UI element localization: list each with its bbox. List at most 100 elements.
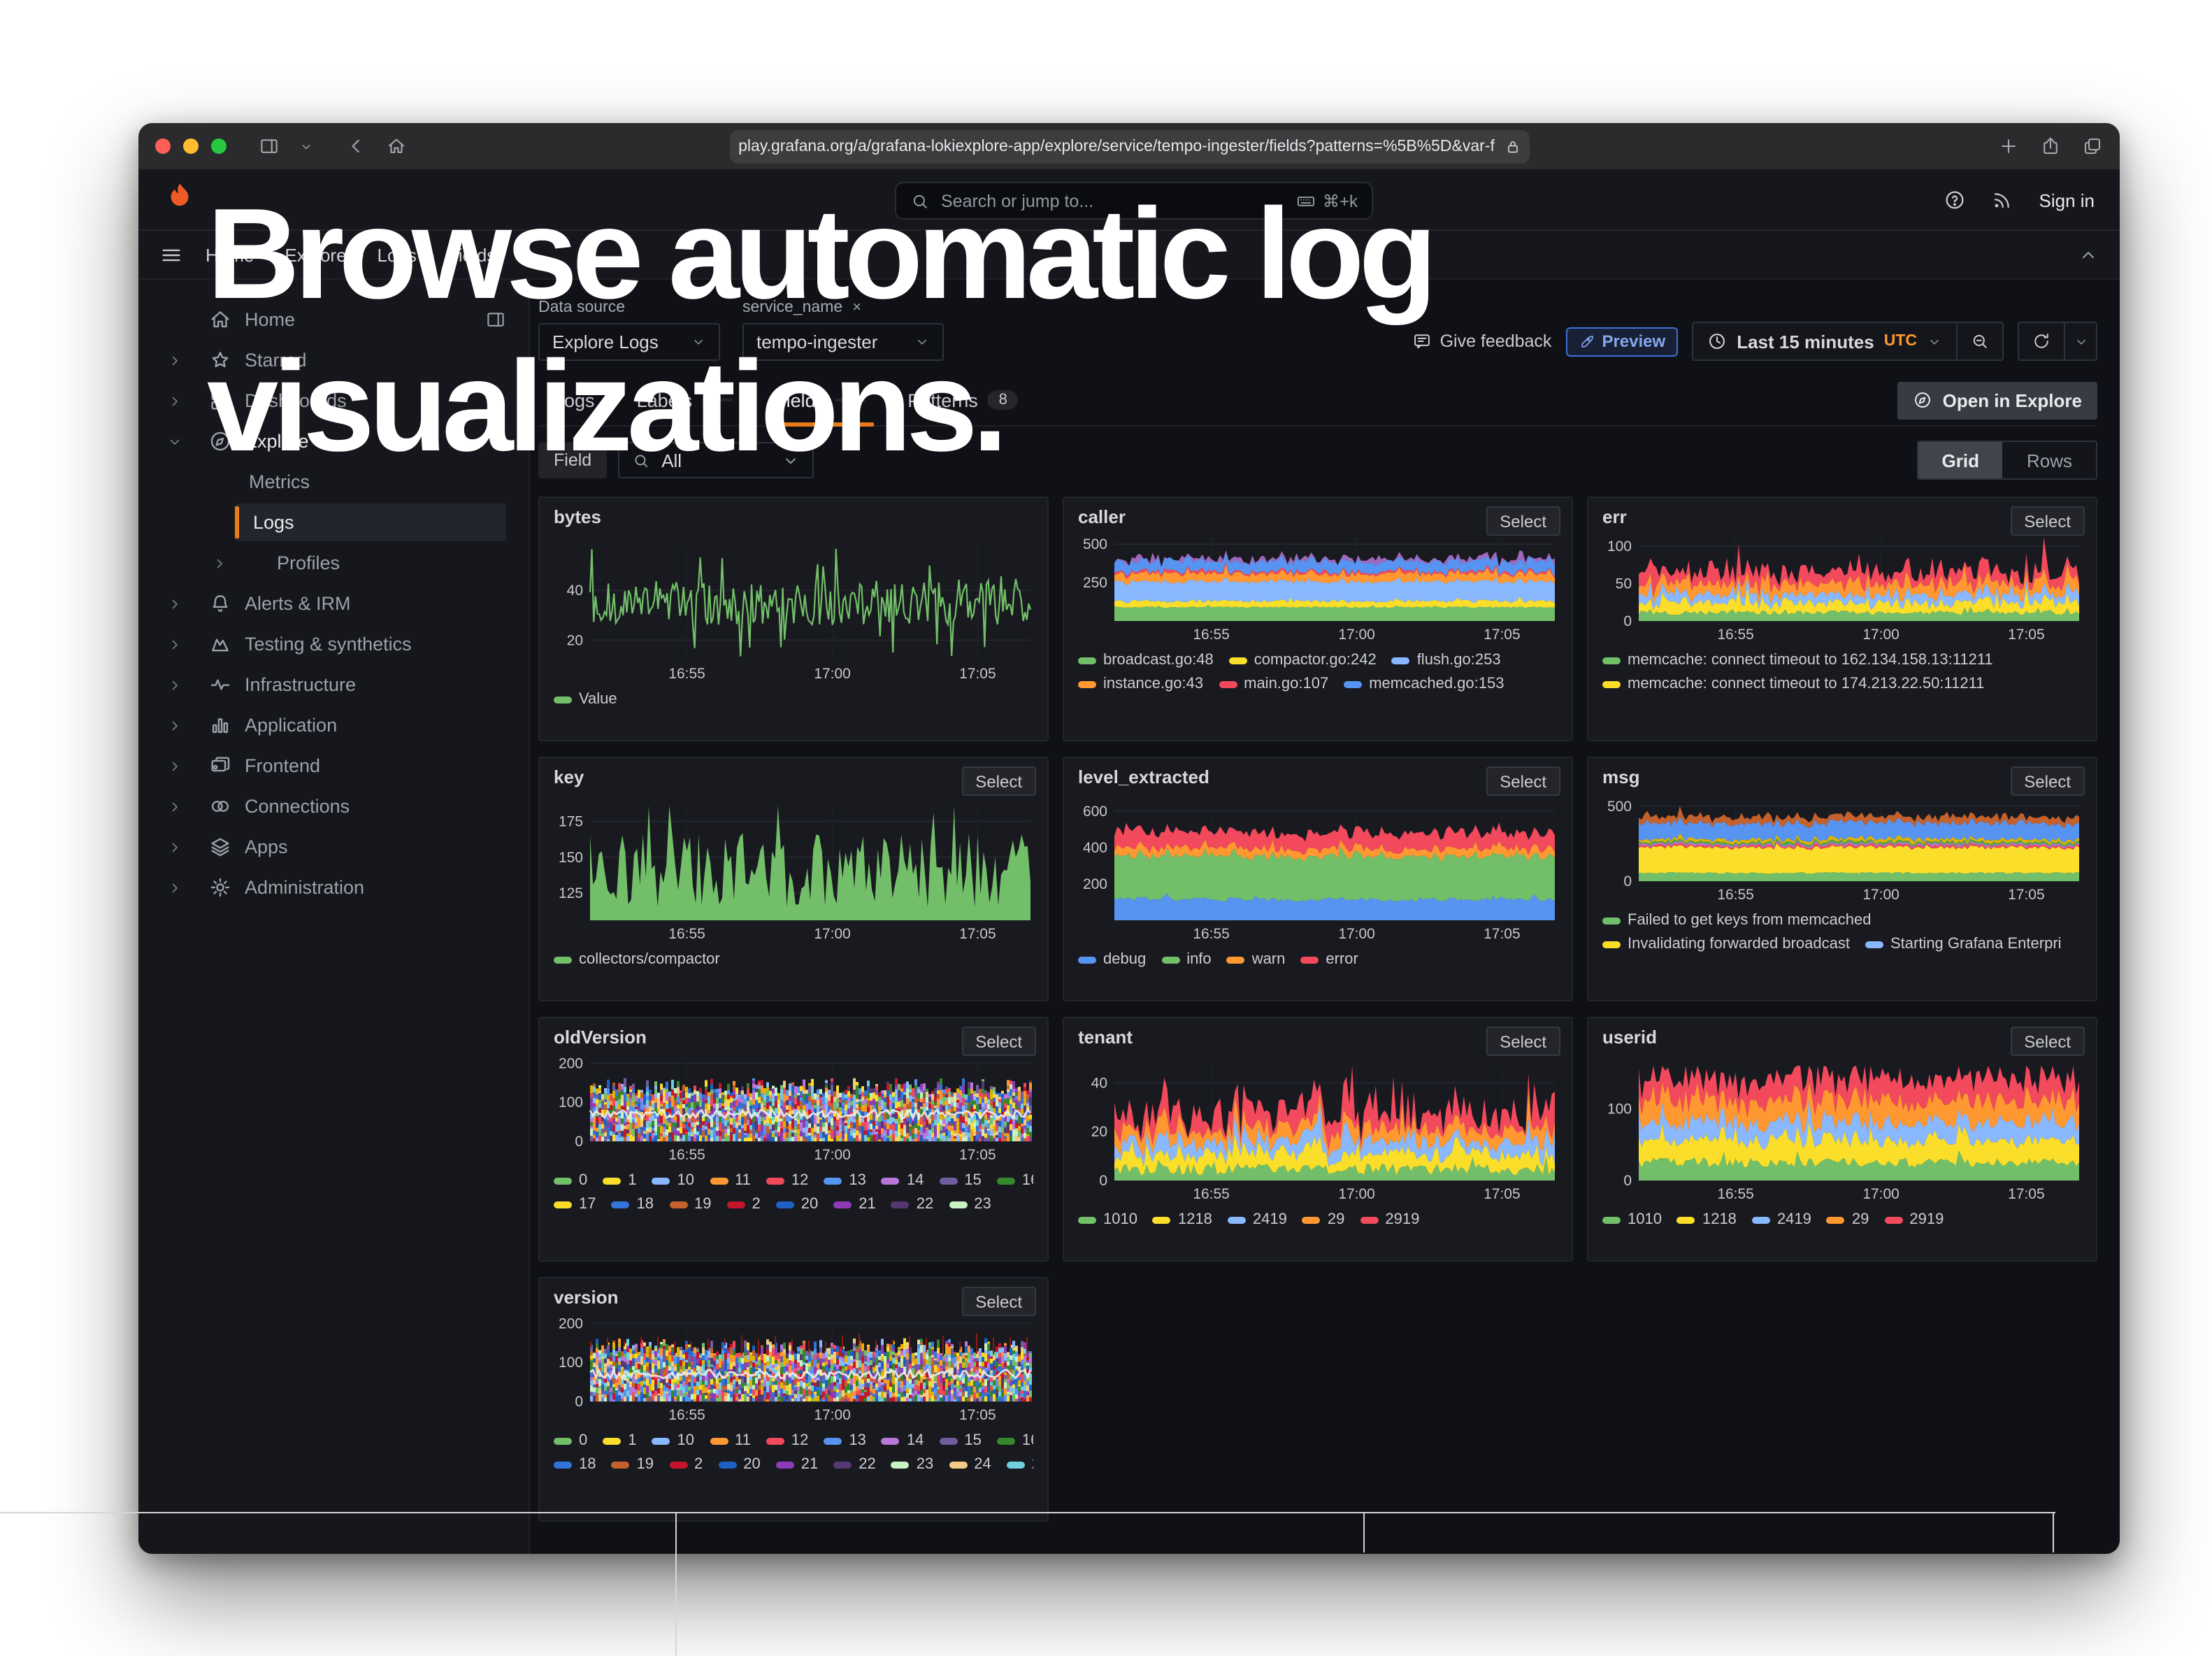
home-nav-icon[interactable] <box>386 136 407 157</box>
legend-item[interactable]: 15 <box>939 1432 982 1449</box>
legend-item[interactable]: 17 <box>554 1196 596 1213</box>
legend-item[interactable]: 2919 <box>1884 1211 1944 1228</box>
legend-item[interactable]: 1 <box>603 1172 636 1189</box>
chevron-right-icon[interactable] <box>166 717 186 734</box>
legend-item[interactable]: warn <box>1227 951 1286 968</box>
legend-item[interactable]: 2919 <box>1360 1211 1419 1228</box>
legend-item[interactable]: 10 <box>652 1172 695 1189</box>
legend-item[interactable]: 12 <box>766 1172 809 1189</box>
sidebar-toggle-icon[interactable] <box>259 136 280 157</box>
legend-item[interactable]: 1 <box>603 1432 636 1449</box>
select-button[interactable]: Select <box>961 1027 1036 1056</box>
legend-item[interactable]: 11 <box>710 1172 751 1189</box>
legend-item[interactable]: 19 <box>612 1456 654 1473</box>
window-minimize-button[interactable] <box>183 138 199 154</box>
legend-item[interactable]: 24 <box>949 1456 991 1473</box>
legend-item[interactable]: 2 <box>669 1456 703 1473</box>
legend-item[interactable]: 19 <box>669 1196 712 1213</box>
chevron-right-icon[interactable] <box>166 352 186 369</box>
chevron-right-icon[interactable] <box>166 879 186 896</box>
legend-item[interactable]: 20 <box>776 1196 819 1213</box>
refresh-button[interactable] <box>2019 323 2064 359</box>
menu-toggle-icon[interactable] <box>159 243 183 266</box>
sidebar-item-profiles[interactable]: Profiles <box>138 543 529 583</box>
sidebar-item-alerts-irm[interactable]: Alerts & IRM <box>138 583 529 624</box>
legend-item[interactable]: 16 <box>997 1432 1033 1449</box>
legend-item[interactable]: flush.go:253 <box>1392 652 1501 669</box>
legend-item[interactable]: instance.go:43 <box>1078 676 1203 692</box>
legend-item[interactable]: 1010 <box>1602 1211 1662 1228</box>
sidebar-item-logs[interactable]: Logs <box>138 502 529 543</box>
legend-item[interactable]: 13 <box>824 1172 866 1189</box>
legend-item[interactable]: 29 <box>1827 1211 1869 1228</box>
legend-item[interactable]: 10 <box>652 1432 695 1449</box>
select-button[interactable]: Select <box>2010 506 2085 536</box>
chevron-right-icon[interactable] <box>166 676 186 693</box>
open-in-explore-button[interactable]: Open in Explore <box>1898 381 2097 419</box>
chevron-down-icon[interactable] <box>299 139 313 153</box>
legend-item[interactable]: 2 <box>1007 1456 1033 1473</box>
select-button[interactable]: Select <box>2010 766 2085 796</box>
legend-item[interactable]: Value <box>554 691 617 708</box>
legend-item[interactable]: 2 <box>727 1196 761 1213</box>
legend-item[interactable]: 1010 <box>1078 1211 1137 1228</box>
collapse-section-icon[interactable] <box>2078 244 2099 265</box>
legend-item[interactable]: debug <box>1078 951 1146 968</box>
back-icon[interactable] <box>345 136 366 157</box>
legend-item[interactable]: 23 <box>891 1456 934 1473</box>
legend-item[interactable]: compactor.go:242 <box>1229 652 1377 669</box>
legend-item[interactable]: memcache: connect timeout to 162.134.158… <box>1602 652 1993 669</box>
legend-item[interactable]: Failed to get keys from memcached <box>1602 912 1872 929</box>
sidebar-item-apps[interactable]: Apps <box>138 827 529 867</box>
legend-item[interactable]: collectors/compactor <box>554 951 720 968</box>
legend-item[interactable]: 23 <box>949 1196 991 1213</box>
help-icon[interactable] <box>1944 189 1967 211</box>
legend-item[interactable]: 22 <box>833 1456 876 1473</box>
legend-item[interactable]: 15 <box>939 1172 982 1189</box>
legend-item[interactable]: 18 <box>612 1196 654 1213</box>
legend-item[interactable]: 11 <box>710 1432 751 1449</box>
layout-toggle-rows[interactable]: Rows <box>2003 442 2096 478</box>
legend-item[interactable]: 29 <box>1302 1211 1345 1228</box>
legend-item[interactable]: Starting Grafana Enterpri <box>1865 936 2062 952</box>
legend-item[interactable]: 22 <box>891 1196 934 1213</box>
chevron-right-icon[interactable] <box>166 636 186 652</box>
legend-item[interactable]: 21 <box>776 1456 819 1473</box>
legend-item[interactable]: 2419 <box>1228 1211 1287 1228</box>
select-button[interactable]: Select <box>1486 1027 1560 1056</box>
legend-item[interactable]: memcached.go:153 <box>1344 676 1504 692</box>
time-range-picker[interactable]: Last 15 minutes UTC <box>1692 322 2004 361</box>
select-button[interactable]: Select <box>961 766 1036 796</box>
legend-item[interactable]: 0 <box>554 1432 587 1449</box>
legend-item[interactable]: 1218 <box>1677 1211 1737 1228</box>
legend-item[interactable]: info <box>1161 951 1212 968</box>
legend-item[interactable]: 21 <box>833 1196 876 1213</box>
legend-item[interactable]: broadcast.go:48 <box>1078 652 1214 669</box>
chevron-right-icon[interactable] <box>211 555 231 571</box>
legend-item[interactable]: main.go:107 <box>1219 676 1328 692</box>
grafana-logo[interactable] <box>164 180 196 220</box>
select-button[interactable]: Select <box>961 1287 1036 1316</box>
legend-item[interactable]: memcache: connect timeout to 174.213.22.… <box>1602 676 1984 692</box>
sidebar-item-application[interactable]: Application <box>138 705 529 745</box>
chevron-down-icon[interactable] <box>166 433 186 450</box>
tab-overview-icon[interactable] <box>2082 136 2103 157</box>
legend-item[interactable]: 16 <box>997 1172 1033 1189</box>
sidebar-item-infrastructure[interactable]: Infrastructure <box>138 664 529 705</box>
layout-toggle-grid[interactable]: Grid <box>1918 442 2003 478</box>
chevron-right-icon[interactable] <box>166 798 186 815</box>
legend-item[interactable]: 2419 <box>1752 1211 1811 1228</box>
legend-item[interactable]: 18 <box>554 1456 596 1473</box>
chevron-right-icon[interactable] <box>166 757 186 774</box>
new-tab-icon[interactable] <box>1998 136 2019 157</box>
sidebar-item-frontend[interactable]: Frontend <box>138 745 529 786</box>
chevron-right-icon[interactable] <box>166 838 186 855</box>
window-zoom-button[interactable] <box>211 138 227 154</box>
sidebar-item-testing-synthetics[interactable]: Testing & synthetics <box>138 624 529 664</box>
legend-item[interactable]: 14 <box>882 1172 924 1189</box>
legend-item[interactable]: 1218 <box>1153 1211 1212 1228</box>
refresh-interval-dropdown[interactable] <box>2064 323 2096 359</box>
chevron-right-icon[interactable] <box>166 392 186 409</box>
legend-item[interactable]: 14 <box>882 1432 924 1449</box>
address-bar[interactable]: play.grafana.org/a/grafana-lokiexplore-a… <box>729 130 1529 164</box>
